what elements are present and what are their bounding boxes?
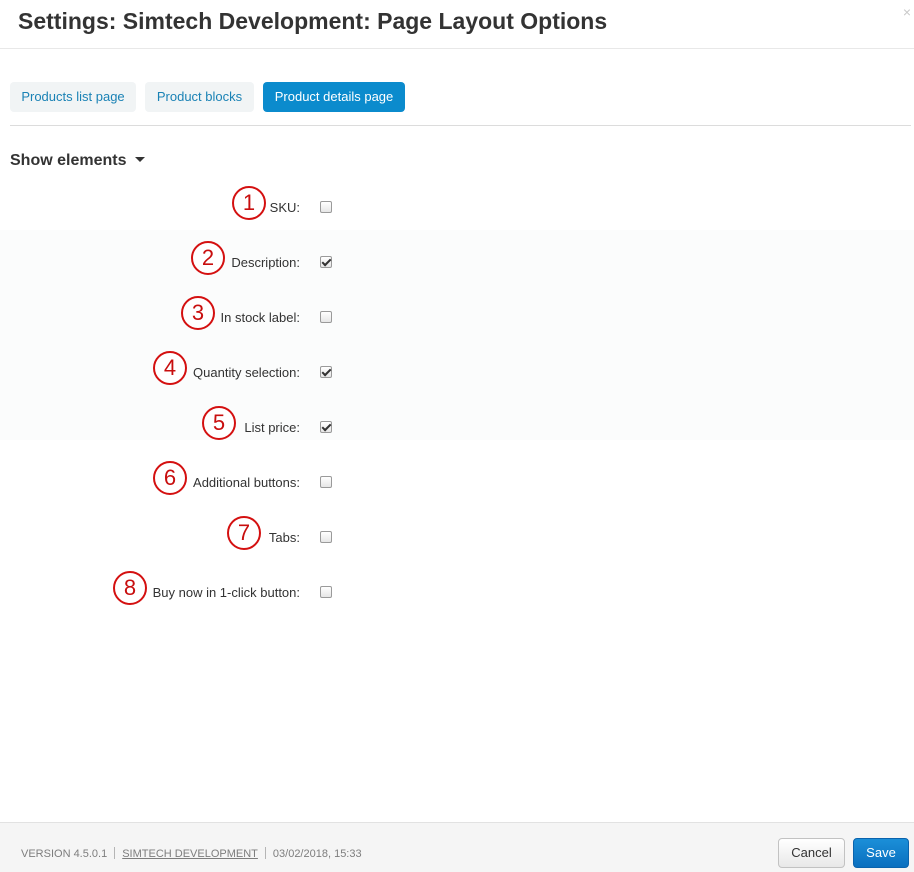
annotation-number: 5 (202, 406, 236, 440)
annotation-number: 6 (153, 461, 187, 495)
dialog-header: Settings: Simtech Development: Page Layo… (0, 0, 914, 49)
field-label-in-stock-label: In stock label: (220, 310, 301, 325)
tabs-divider (10, 125, 911, 126)
checkbox-quantity-selection[interactable] (320, 366, 332, 378)
annotation-number: 3 (181, 296, 215, 330)
developer-link[interactable]: SIMTECH DEVELOPMENT (122, 848, 258, 860)
divider (264, 847, 266, 859)
field-label-list-price: List price: (244, 420, 300, 435)
field-row-list-price: 5 List price: (0, 400, 914, 455)
tab-products-list-page[interactable]: Products list page (10, 82, 136, 112)
field-label-tabs: Tabs: (268, 530, 300, 545)
version-info: VERSION 4.5.0.1 SIMTECH DEVELOPMENT 03/02/… (21, 847, 362, 860)
checkbox-tabs[interactable] (320, 531, 332, 543)
field-row-sku: 1 SKU: (0, 180, 914, 235)
close-icon[interactable]: × (903, 5, 911, 19)
field-label-buy-now-in-1-click-button: Buy now in 1-click button: (152, 585, 300, 600)
annotation-number: 8 (113, 571, 147, 605)
field-row-buy-now-in-1-click-button: 8 Buy now in 1-click button: (0, 565, 914, 620)
field-label-sku: SKU: (269, 200, 300, 215)
annotation-number: 4 (153, 351, 187, 385)
field-row-quantity-selection: 4 Quantity selection: (0, 345, 914, 400)
save-button[interactable]: Save (853, 838, 909, 868)
field-label-description: Description: (231, 255, 300, 270)
divider (114, 847, 116, 859)
field-row-description: 2 Description: (0, 235, 914, 290)
field-row-tabs: 7 Tabs: (0, 510, 914, 565)
annotation-number: 2 (191, 241, 225, 275)
checkbox-list-price[interactable] (320, 421, 332, 433)
show-elements-toggle[interactable]: Show elements (10, 152, 146, 170)
checkbox-description[interactable] (320, 256, 332, 268)
version-text: VERSION 4.5.0.1 (21, 848, 108, 860)
checkbox-sku[interactable] (320, 201, 332, 213)
field-label-additional-buttons: Additional buttons: (193, 475, 300, 490)
tab-product-blocks[interactable]: Product blocks (145, 82, 254, 112)
checkbox-in-stock-label[interactable] (320, 311, 332, 323)
dialog-footer: VERSION 4.5.0.1 SIMTECH DEVELOPMENT 03/02/… (0, 822, 914, 872)
tab-product-details-page[interactable]: Product details page (263, 82, 405, 112)
checkbox-buy-now-in-1-click-button[interactable] (320, 586, 332, 598)
field-row-in-stock-label: 3 In stock label: (0, 290, 914, 345)
checkbox-additional-buttons[interactable] (320, 476, 332, 488)
field-row-additional-buttons: 6 Additional buttons: (0, 455, 914, 510)
annotation-number: 1 (232, 186, 266, 220)
annotation-number: 7 (227, 516, 261, 550)
section-title: Show elements (10, 152, 127, 169)
field-label-quantity-selection: Quantity selection: (193, 365, 300, 380)
datetime-text: 03/02/2018, 15:33 (272, 848, 362, 860)
cancel-button[interactable]: Cancel (778, 838, 845, 868)
caret-down-icon (135, 157, 146, 162)
dialog-title: Settings: Simtech Development: Page Layo… (18, 8, 608, 34)
